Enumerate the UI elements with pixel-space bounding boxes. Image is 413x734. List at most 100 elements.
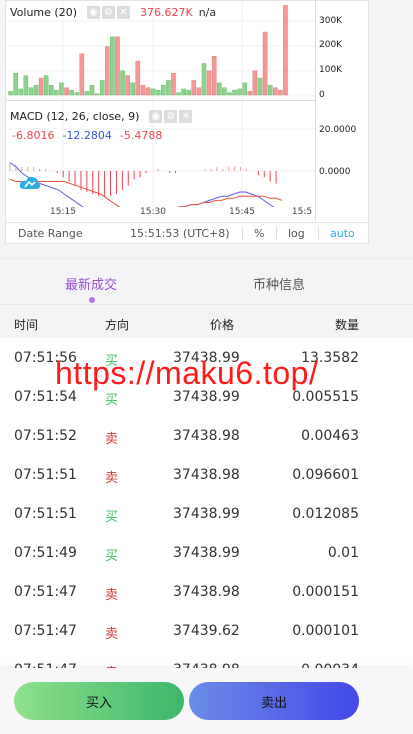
sell-button[interactable]: 卖出 bbox=[189, 682, 359, 720]
volume-bar bbox=[43, 75, 49, 96]
volume-bar bbox=[267, 85, 273, 96]
price-axis bbox=[315, 1, 316, 221]
volume-bar bbox=[89, 85, 95, 96]
eye-icon[interactable]: ◉ bbox=[149, 110, 163, 123]
date-range-button[interactable]: Date Range bbox=[18, 227, 83, 240]
macd-signal-value: -12.2804 bbox=[62, 129, 112, 142]
volume-bar bbox=[74, 92, 80, 96]
time-tick-label: 15:45 bbox=[229, 207, 255, 217]
volume-bar bbox=[8, 91, 13, 96]
tab-latest-trades[interactable]: 最新成交 bbox=[65, 274, 117, 293]
trade-direction: 卖 bbox=[105, 471, 119, 486]
percent-toggle[interactable]: % bbox=[254, 227, 264, 240]
volume-bar bbox=[150, 88, 156, 96]
trade-price: 37438.99 bbox=[173, 545, 240, 561]
trade-quantity: 0.000151 bbox=[292, 584, 359, 600]
close-icon[interactable]: ✕ bbox=[117, 6, 130, 19]
time-tick-label: 15:5 bbox=[291, 207, 313, 217]
trades-table-header: 时间 方向 价格 数量 bbox=[0, 304, 413, 338]
buy-button[interactable]: 买入 bbox=[14, 682, 184, 720]
volume-axis-label: 200K bbox=[319, 40, 343, 50]
volume-bar bbox=[130, 82, 136, 96]
volume-bar bbox=[33, 85, 39, 96]
trade-quantity: 0.01 bbox=[327, 545, 359, 561]
volume-bar bbox=[242, 82, 248, 96]
table-row: 07:51:47卖37438.980.00034 bbox=[0, 650, 413, 668]
time-tick-label: 15:30 bbox=[140, 207, 166, 217]
table-row: 07:51:47 卖 37438.98 0.000151 bbox=[0, 572, 413, 611]
volume-bar bbox=[211, 56, 217, 96]
macd-legend: MACD (12, 26, close, 9) ◉ ⚙ ✕ bbox=[10, 110, 194, 123]
volume-bar bbox=[48, 85, 54, 96]
volume-bar bbox=[38, 77, 44, 96]
footer-divider bbox=[318, 227, 319, 240]
volume-bar bbox=[232, 89, 237, 96]
gear-icon[interactable]: ⚙ bbox=[164, 110, 178, 123]
volume-bar bbox=[222, 87, 227, 96]
volume-bar bbox=[262, 31, 268, 96]
signal-line bbox=[9, 178, 283, 207]
time-tick-label: 15:15 bbox=[50, 207, 76, 217]
trade-price: 37438.99 bbox=[173, 506, 240, 522]
chart-clock: 15:51:53 (UTC+8) bbox=[130, 226, 230, 240]
volume-bar bbox=[155, 89, 161, 96]
volume-bar bbox=[247, 91, 253, 96]
volume-bar bbox=[283, 5, 288, 96]
gear-icon[interactable]: ⚙ bbox=[102, 6, 115, 19]
trade-direction: 卖 bbox=[105, 588, 119, 603]
cloud-logo-icon bbox=[19, 176, 41, 189]
volume-bar bbox=[181, 88, 186, 96]
volume-bar bbox=[104, 46, 110, 96]
volume-bar bbox=[278, 89, 283, 96]
volume-axis-label: 0 bbox=[319, 90, 325, 100]
trade-time: 07:51:47 bbox=[14, 584, 77, 600]
volume-bar bbox=[23, 75, 29, 96]
volume-bar bbox=[64, 87, 69, 96]
volume-bar bbox=[176, 92, 181, 96]
volume-bar bbox=[54, 89, 59, 96]
trade-direction: 卖 bbox=[105, 627, 119, 642]
volume-bar bbox=[216, 82, 222, 96]
column-header-time: 时间 bbox=[14, 318, 39, 332]
volume-bar bbox=[196, 87, 202, 96]
close-icon[interactable]: ✕ bbox=[179, 110, 193, 123]
column-header-quantity: 数量 bbox=[334, 318, 359, 332]
volume-bar bbox=[79, 53, 85, 96]
trade-direction: 买 bbox=[105, 549, 119, 564]
volume-bar bbox=[59, 82, 64, 96]
volume-bar bbox=[99, 80, 105, 96]
volume-bar bbox=[160, 85, 166, 96]
volume-bar bbox=[272, 87, 278, 96]
macd-axis-label: 0.0000 bbox=[319, 167, 351, 177]
macd-axis-label: 20.0000 bbox=[319, 125, 357, 135]
tab-coin-info[interactable]: 币种信息 bbox=[253, 274, 305, 293]
auto-scale-toggle[interactable]: auto bbox=[330, 227, 355, 240]
volume-bar bbox=[227, 92, 232, 96]
volume-bar bbox=[84, 91, 90, 96]
table-row: 07:51:51 买 37438.99 0.012085 bbox=[0, 494, 413, 533]
trade-time: 07:51:49 bbox=[14, 545, 77, 561]
volume-bar bbox=[135, 60, 141, 96]
tab-bar: 最新成交 币种信息 bbox=[0, 258, 413, 304]
trade-time: 07:51:52 bbox=[14, 428, 77, 444]
chart-footer: Date Range 15:51:53 (UTC+8) % log auto bbox=[6, 222, 368, 243]
trade-price: 37438.98 bbox=[173, 584, 240, 600]
volume-bar bbox=[257, 77, 263, 96]
volume-bar bbox=[252, 70, 258, 96]
chart-card: 300K 200K 100K 0 20.0000 0.0000 Volume (… bbox=[5, 0, 369, 244]
volume-value: 376.627K bbox=[140, 6, 193, 19]
log-toggle[interactable]: log bbox=[288, 227, 305, 240]
eye-icon[interactable]: ◉ bbox=[87, 6, 100, 19]
column-header-price: 价格 bbox=[210, 318, 235, 332]
volume-bar bbox=[125, 75, 130, 96]
trade-quantity: 0.096601 bbox=[292, 467, 359, 483]
column-header-direction: 方向 bbox=[105, 318, 130, 332]
table-row: 07:51:47 卖 37439.62 0.000101 bbox=[0, 611, 413, 650]
macd-values: -6.8016 -12.2804 -5.4788 bbox=[10, 129, 162, 142]
table-row: 07:51:49 买 37438.99 0.01 bbox=[0, 533, 413, 572]
trade-quantity: 0.012085 bbox=[292, 506, 359, 522]
macd-value: -6.8016 bbox=[12, 129, 55, 142]
trade-direction: 卖 bbox=[105, 432, 119, 447]
volume-bar bbox=[201, 63, 207, 96]
macd-line bbox=[9, 162, 275, 207]
